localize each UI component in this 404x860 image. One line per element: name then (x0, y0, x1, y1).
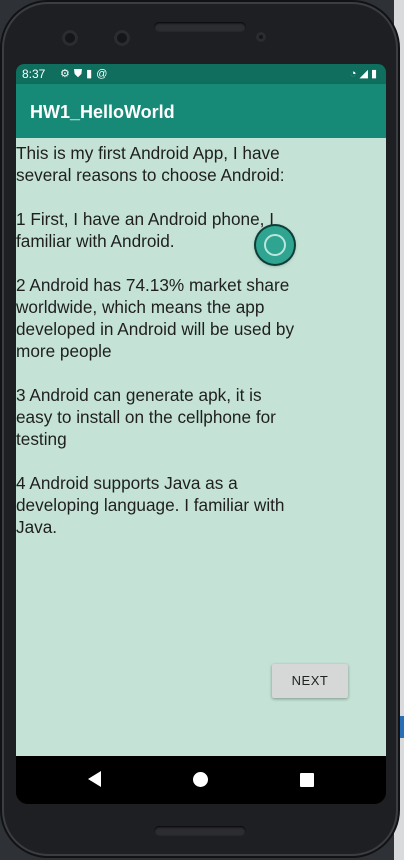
proximity-sensor-icon (256, 32, 266, 42)
home-icon[interactable] (193, 772, 208, 787)
shield-icon: ⛊ (73, 68, 87, 80)
touch-ring-icon (264, 234, 286, 256)
at-icon: @ (96, 68, 112, 80)
navigation-bar (16, 756, 386, 804)
app-toolbar: HW1_HelloWorld (16, 84, 386, 138)
battery-icon: ▮ (370, 68, 380, 80)
status-notification-icons: ⚙⛊▮@ (60, 67, 111, 81)
app-title: HW1_HelloWorld (30, 102, 175, 122)
signal-icon: ◢ (359, 68, 371, 80)
main-content: This is my first Android App, I have sev… (16, 138, 386, 756)
status-system-icons: ◔◢▮ (350, 67, 380, 80)
next-button[interactable]: NEXT (272, 664, 348, 698)
status-time: 8:37 (22, 67, 46, 81)
touch-indicator-icon (256, 226, 294, 264)
front-camera-icon (62, 30, 78, 46)
emulator-frame: 8:37 ⚙⛊▮@ ◔◢▮ HW1_HelloWorld This is my … (2, 2, 398, 856)
bottom-speaker (154, 826, 246, 836)
sensor-icon (114, 30, 130, 46)
earpiece-speaker (154, 22, 246, 32)
reasons-text: This is my first Android App, I have sev… (16, 143, 295, 537)
recents-icon[interactable] (300, 773, 314, 787)
device-screen: 8:37 ⚙⛊▮@ ◔◢▮ HW1_HelloWorld This is my … (16, 64, 386, 804)
back-icon[interactable] (88, 771, 101, 787)
status-bar: 8:37 ⚙⛊▮@ ◔◢▮ (16, 64, 386, 84)
sd-card-icon: ▮ (86, 68, 97, 80)
gear-icon: ⚙ (60, 68, 74, 80)
